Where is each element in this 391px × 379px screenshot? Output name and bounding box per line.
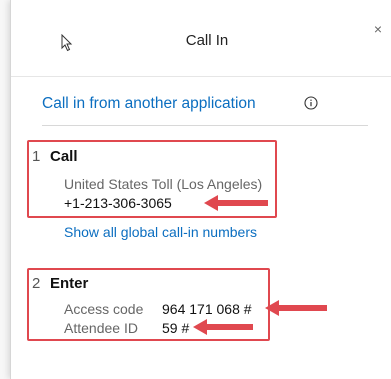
dialog-title: Call In [185,32,229,49]
access-code-value: 964 171 068 # [162,301,252,317]
show-global-numbers-link[interactable]: Show all global call-in numbers [64,224,257,240]
call-in-location: United States Toll (Los Angeles) [64,176,263,192]
step-number: 2 [32,275,41,292]
attendee-id-value: 59 # [162,320,190,336]
step-label: Call [50,148,78,165]
call-in-heading-row: Call in from another application [42,95,368,126]
arrow-icon [204,195,268,211]
access-code-label: Access code [64,301,144,317]
step-number: 1 [32,148,41,165]
call-in-phone-number: +1-213-306-3065 [64,195,172,211]
info-circle-icon[interactable] [304,96,318,110]
arrow-icon [193,319,253,335]
arrow-icon [265,300,327,316]
call-in-dialog: Call In × Call in from another applicati… [10,0,391,379]
close-button[interactable]: × [371,22,385,36]
title-bar: Call In × [11,0,391,77]
attendee-id-label: Attendee ID [64,320,138,336]
section-heading: Call in from another application [42,95,256,112]
step-label: Enter [50,275,89,292]
